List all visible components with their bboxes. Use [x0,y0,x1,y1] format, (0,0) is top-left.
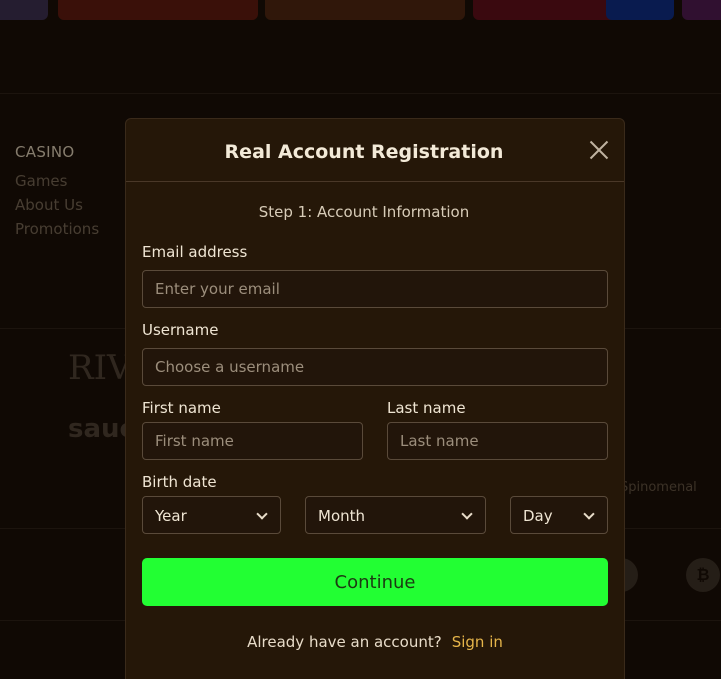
email-field[interactable] [142,270,608,308]
first-name-field[interactable] [142,422,363,460]
year-select[interactable]: Year [142,496,281,534]
day-select[interactable]: Day [510,496,608,534]
last-name-label: Last name [387,399,466,417]
day-select-value: Day [523,507,553,525]
email-label: Email address [142,243,248,261]
step-indicator: Step 1: Account Information [258,203,470,221]
first-name-label: First name [142,399,221,417]
month-select-value: Month [318,507,366,525]
continue-button[interactable]: Continue [142,558,608,606]
signin-prompt: Already have an account? Sign in [126,633,624,651]
username-label: Username [142,321,219,339]
registration-modal: Real Account Registration Step 1: Accoun… [125,118,625,679]
chevron-down-icon [583,508,595,520]
modal-header: Real Account Registration [126,119,624,182]
close-icon[interactable] [588,139,610,161]
month-select[interactable]: Month [305,496,486,534]
already-account-text: Already have an account? [247,633,442,651]
year-select-value: Year [155,507,187,525]
last-name-field[interactable] [387,422,608,460]
username-field[interactable] [142,348,608,386]
signin-link[interactable]: Sign in [452,633,503,651]
modal-title: Real Account Registration [224,141,504,163]
birth-date-label: Birth date [142,473,217,491]
chevron-down-icon [461,508,473,520]
chevron-down-icon [256,508,268,520]
